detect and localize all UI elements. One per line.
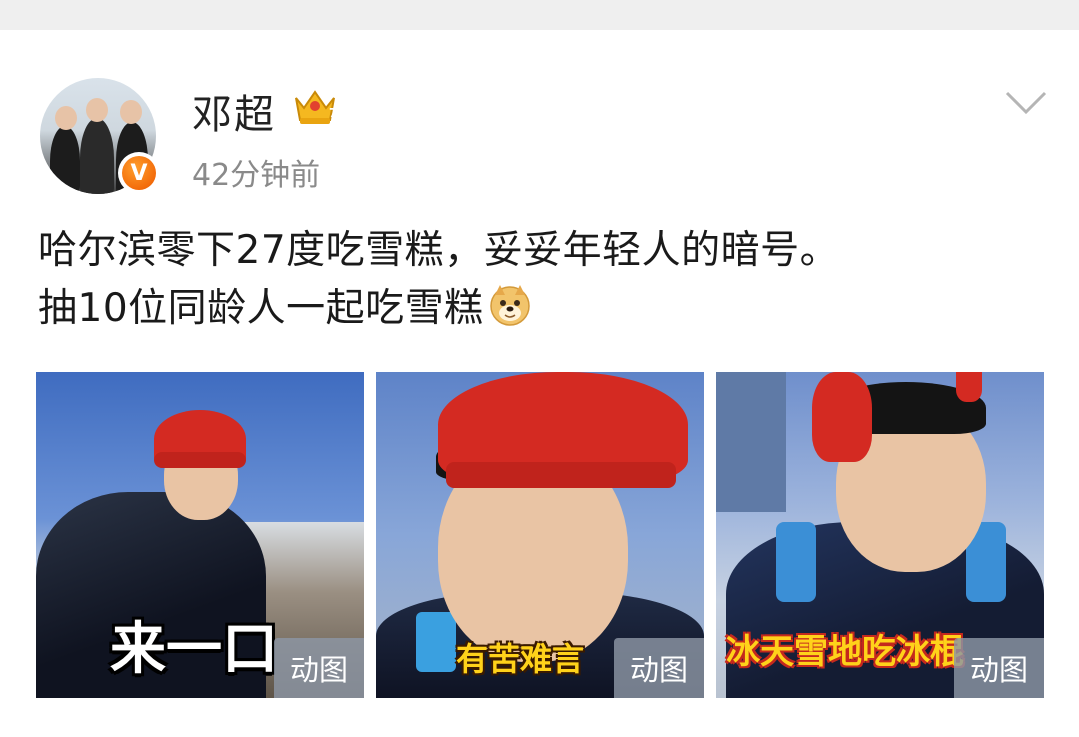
member-level: 7: [329, 106, 337, 120]
gif-badge-3: 动图: [954, 638, 1044, 698]
post-time: 42分钟前: [192, 158, 321, 193]
verified-icon: V: [118, 152, 160, 194]
media-gif-1[interactable]: 来一口 动图: [36, 372, 364, 698]
gif-badge-1: 动图: [274, 638, 364, 698]
gif-caption-3: 冰天雪地吃冰棍: [726, 632, 964, 672]
verified-badge-label: V: [122, 156, 156, 190]
chevron-down-icon[interactable]: [1004, 90, 1048, 116]
media-gif-2[interactable]: 有苦难言 动图: [376, 372, 704, 698]
gif-badge-2: 动图: [614, 638, 704, 698]
post-text-line2: 抽10位同龄人一起吃雪糕: [38, 280, 1048, 338]
gif-caption-2: 有苦难言: [456, 640, 585, 678]
gif-caption-1: 来一口: [110, 617, 278, 682]
crown-icon: 7: [295, 90, 337, 124]
author-name[interactable]: 邓超: [192, 82, 276, 140]
media-gif-3[interactable]: 冰天雪地吃冰棍 动图: [716, 372, 1044, 698]
post-text-line2-content: 抽10位同龄人一起吃雪糕: [38, 286, 484, 331]
post-text: 哈尔滨零下27度吃雪糕，妥妥年轻人的暗号。 抽10位同龄人一起吃雪糕: [38, 222, 1048, 338]
post-text-line1: 哈尔滨零下27度吃雪糕，妥妥年轻人的暗号。: [38, 228, 840, 273]
doge-icon: [489, 285, 530, 326]
top-strip: [0, 0, 1079, 30]
